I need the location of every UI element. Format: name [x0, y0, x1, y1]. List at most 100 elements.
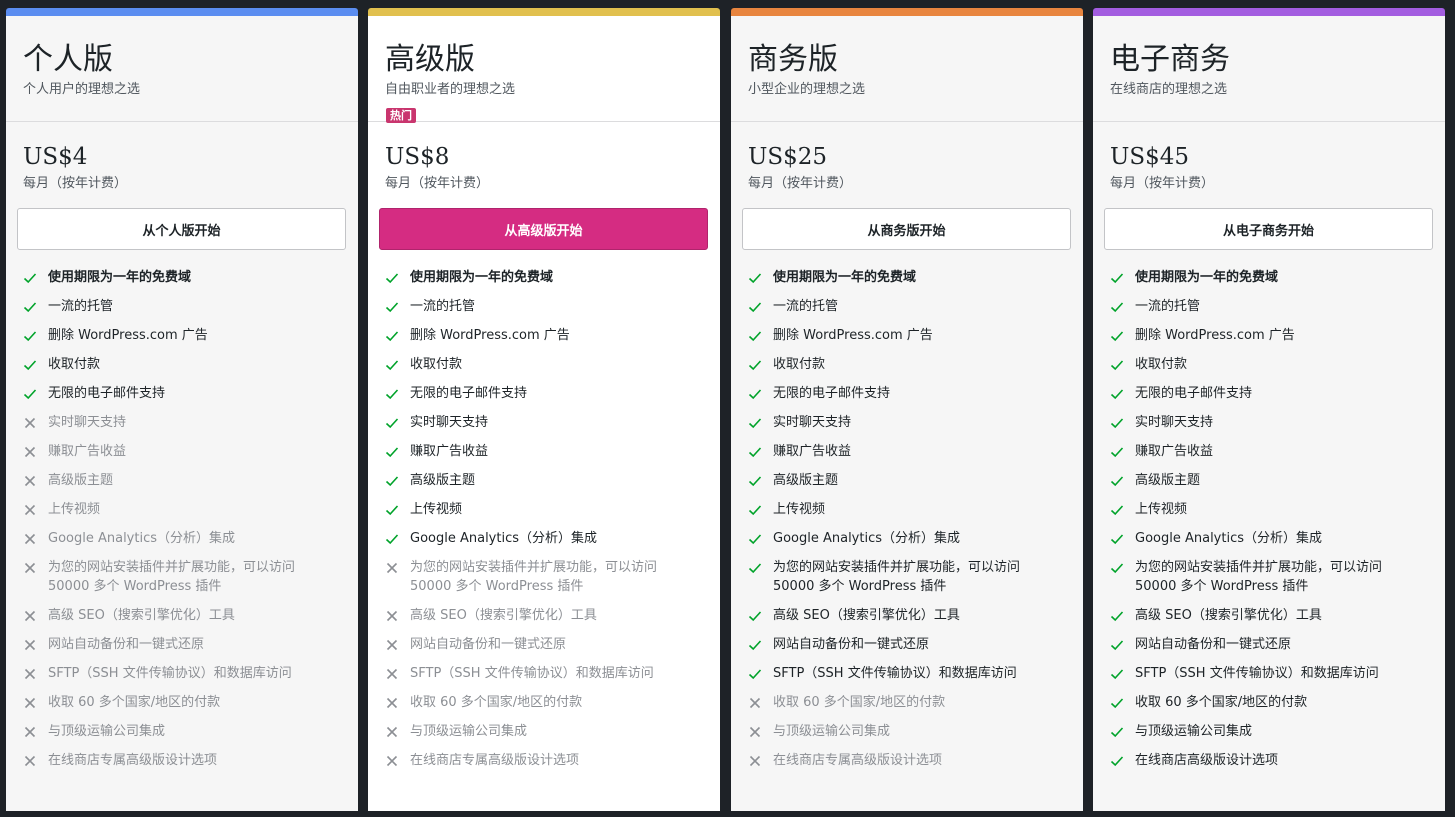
check-icon [23, 302, 37, 313]
feature-item: Google Analytics（分析）集成 [748, 529, 1083, 548]
feature-text: 上传视频 [773, 502, 826, 517]
plan-header: 个人版 个人用户的理想之选 [6, 16, 358, 122]
feature-item: 与顶级运输公司集成 [1110, 722, 1445, 741]
check-icon [23, 331, 37, 342]
feature-text: 使用期限为一年的免费域 [1135, 270, 1279, 285]
feature-item: 使用期限为一年的免费域 [385, 268, 720, 287]
feature-item: 上传视频 [748, 500, 1083, 519]
feature-text: 高级版主题 [1135, 473, 1201, 488]
feature-item: 与顶级运输公司集成 [748, 722, 1083, 741]
start-plan-button[interactable]: 从高级版开始 [379, 208, 708, 250]
check-icon [385, 505, 399, 516]
feature-item: 高级 SEO（搜索引擎优化）工具 [748, 606, 1083, 625]
feature-item: 删除 WordPress.com 广告 [385, 326, 720, 345]
check-icon [748, 418, 762, 429]
feature-text: 赚取广告收益 [773, 444, 852, 459]
feature-item: 收取付款 [23, 355, 358, 374]
feature-list: 使用期限为一年的免费域 一流的托管 删除 WordPress.com 广告 收取付款无… [6, 268, 358, 770]
check-icon [748, 302, 762, 313]
feature-text: SFTP（SSH 文件传输协议）和数据库访问 [773, 666, 1017, 681]
feature-item: 在线商店高级版设计选项 [1110, 751, 1445, 770]
feature-item: 赚取广告收益 [748, 442, 1083, 461]
plan-card: 个人版 个人用户的理想之选 US$4 每月（按年计费） 从个人版开始 使用期限为一年的免费… [6, 8, 358, 811]
feature-item: 使用期限为一年的免费域 [23, 268, 358, 287]
feature-text: SFTP（SSH 文件传输协议）和数据库访问 [48, 666, 292, 681]
feature-text: 与顶级运输公司集成 [773, 724, 891, 739]
start-plan-button[interactable]: 从商务版开始 [742, 208, 1071, 250]
feature-item: 高级版主题 [385, 471, 720, 490]
check-icon [748, 476, 762, 487]
check-icon [748, 563, 762, 574]
plan-price: US$4 [23, 144, 88, 170]
feature-item: 网站自动备份和一键式还原 [23, 635, 358, 654]
feature-text: 实时聊天支持 [48, 415, 127, 430]
feature-text: 赚取广告收益 [1135, 444, 1214, 459]
check-icon [1110, 727, 1124, 738]
feature-item: SFTP（SSH 文件传输协议）和数据库访问 [385, 664, 720, 683]
feature-text: 收取 60 多个国家/地区的付款 [48, 695, 221, 710]
feature-item: 高级 SEO（搜索引擎优化）工具 [385, 606, 720, 625]
cross-icon [24, 755, 36, 767]
cross-icon [24, 639, 36, 651]
feature-text: 高级 SEO（搜索引擎优化）工具 [48, 608, 235, 623]
check-icon [385, 476, 399, 487]
feature-text: 赚取广告收益 [410, 444, 489, 459]
check-icon [23, 273, 37, 284]
check-icon [1110, 418, 1124, 429]
feature-item: 收取付款 [748, 355, 1083, 374]
feature-text: 无限的电子邮件支持 [773, 386, 891, 401]
feature-item: 实时聊天支持 [748, 413, 1083, 432]
check-icon [1110, 302, 1124, 313]
cross-icon [24, 726, 36, 738]
check-icon [748, 669, 762, 680]
feature-item: 收取 60 多个国家/地区的付款 [23, 693, 358, 712]
feature-item: 为您的网站安装插件并扩展功能，可以访问 50000 多个 WordPress 插… [23, 558, 358, 596]
feature-item: 网站自动备份和一键式还原 [748, 635, 1083, 654]
start-plan-button[interactable]: 从个人版开始 [17, 208, 346, 250]
feature-text: 上传视频 [410, 502, 463, 517]
feature-text: 高级版主题 [48, 473, 114, 488]
check-icon [748, 273, 762, 284]
feature-text: Google Analytics（分析）集成 [48, 531, 236, 546]
feature-item: 为您的网站安装插件并扩展功能，可以访问 50000 多个 WordPress 插… [385, 558, 720, 596]
cross-icon [24, 533, 36, 545]
popular-badge: 热门 [386, 108, 416, 123]
feature-item: 高级 SEO（搜索引擎优化）工具 [1110, 606, 1445, 625]
feature-item: 高级 SEO（搜索引擎优化）工具 [23, 606, 358, 625]
feature-text: 与顶级运输公司集成 [1135, 724, 1253, 739]
pricing-plans: 个人版 个人用户的理想之选 US$4 每月（按年计费） 从个人版开始使用期限为一年的免费… [0, 0, 1455, 817]
feature-text: 高级 SEO（搜索引擎优化）工具 [410, 608, 597, 623]
feature-text: 高级 SEO（搜索引擎优化）工具 [1135, 608, 1322, 623]
plan-name: 商务版 [748, 42, 838, 77]
billing-period: 每月（按年计费） [385, 176, 490, 191]
plan-header: 商务版 小型企业的理想之选 [731, 16, 1083, 122]
feature-item: 上传视频 [385, 500, 720, 519]
start-plan-button[interactable]: 从电子商务开始 [1104, 208, 1433, 250]
feature-text: SFTP（SSH 文件传输协议）和数据库访问 [1135, 666, 1379, 681]
feature-text: 删除 WordPress.com 广告 [48, 328, 208, 343]
feature-text: 一流的托管 [1135, 299, 1201, 314]
check-icon [385, 447, 399, 458]
price-block: US$45 每月（按年计费） [1093, 122, 1445, 208]
feature-text: 删除 WordPress.com 广告 [1135, 328, 1295, 343]
feature-text: 网站自动备份和一键式还原 [410, 637, 567, 652]
feature-text: 为您的网站安装插件并扩展功能，可以访问 50000 多个 WordPress 插… [773, 560, 1021, 594]
check-icon [385, 418, 399, 429]
feature-item: 无限的电子邮件支持 [385, 384, 720, 403]
feature-text: 高级 SEO（搜索引擎优化）工具 [773, 608, 960, 623]
check-icon [748, 389, 762, 400]
feature-item: 一流的托管 [1110, 297, 1445, 316]
feature-text: 上传视频 [1135, 502, 1188, 517]
feature-item: 高级版主题 [23, 471, 358, 490]
check-icon [748, 331, 762, 342]
feature-text: 在线商店专属高级版设计选项 [410, 753, 580, 768]
plan-name: 高级版 [385, 42, 475, 77]
check-icon [385, 389, 399, 400]
check-icon [1110, 698, 1124, 709]
plan-price: US$8 [385, 144, 450, 170]
feature-list: 使用期限为一年的免费域 一流的托管 删除 WordPress.com 广告 收取付款无… [1093, 268, 1445, 770]
feature-item: 收取 60 多个国家/地区的付款 [1110, 693, 1445, 712]
feature-text: 高级版主题 [773, 473, 839, 488]
feature-item: 使用期限为一年的免费域 [748, 268, 1083, 287]
check-icon [1110, 389, 1124, 400]
